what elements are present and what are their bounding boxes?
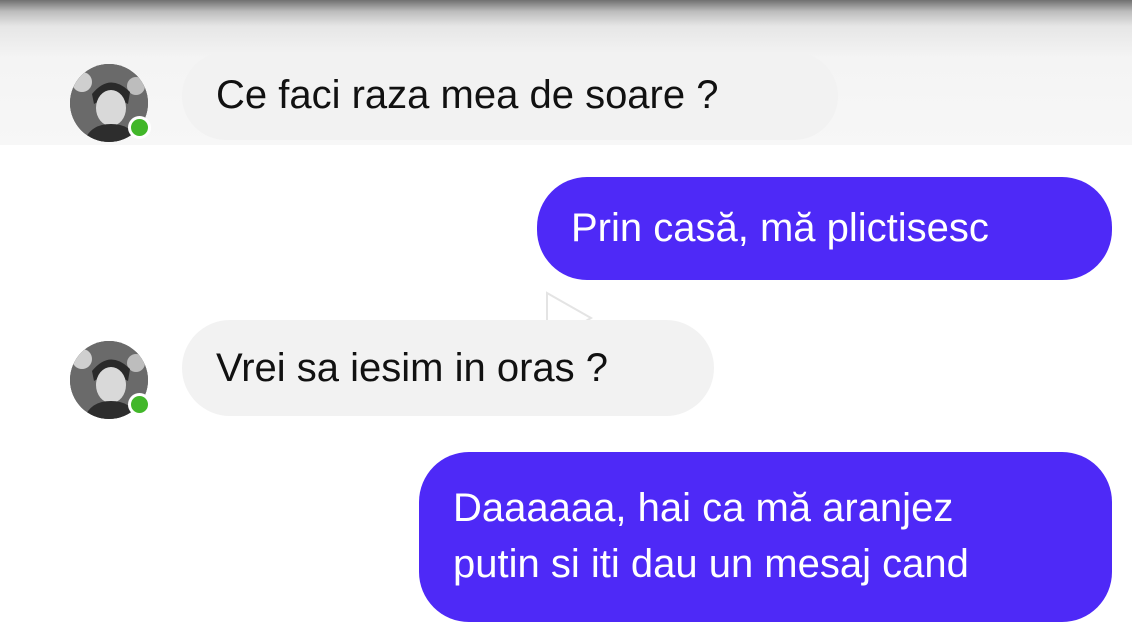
message-bubble-incoming[interactable]: Ce faci raza mea de soare ? [182,52,838,140]
message-bubble-outgoing[interactable]: Daaaaaa, hai ca mă aranjez putin si iti … [419,452,1112,622]
message-text: Vrei sa iesim in oras ? [216,346,608,390]
message-text-line: putin si iti dau un mesaj cand [453,542,969,586]
avatar[interactable] [70,341,151,419]
message-bubble-outgoing[interactable]: Prin casă, mă plictisesc [537,177,1112,280]
avatar[interactable] [70,64,151,142]
message-text: Ce faci raza mea de soare ? [216,73,719,117]
message-text: Prin casă, mă plictisesc [571,206,989,250]
online-status-icon [128,393,151,416]
message-bubble-incoming[interactable]: Vrei sa iesim in oras ? [182,320,714,416]
message-text-line: Daaaaaa, hai ca mă aranjez [453,486,954,530]
online-status-icon [128,116,151,139]
chat-thread: Ce faci raza mea de soare ? Prin casă, m… [0,0,1132,622]
